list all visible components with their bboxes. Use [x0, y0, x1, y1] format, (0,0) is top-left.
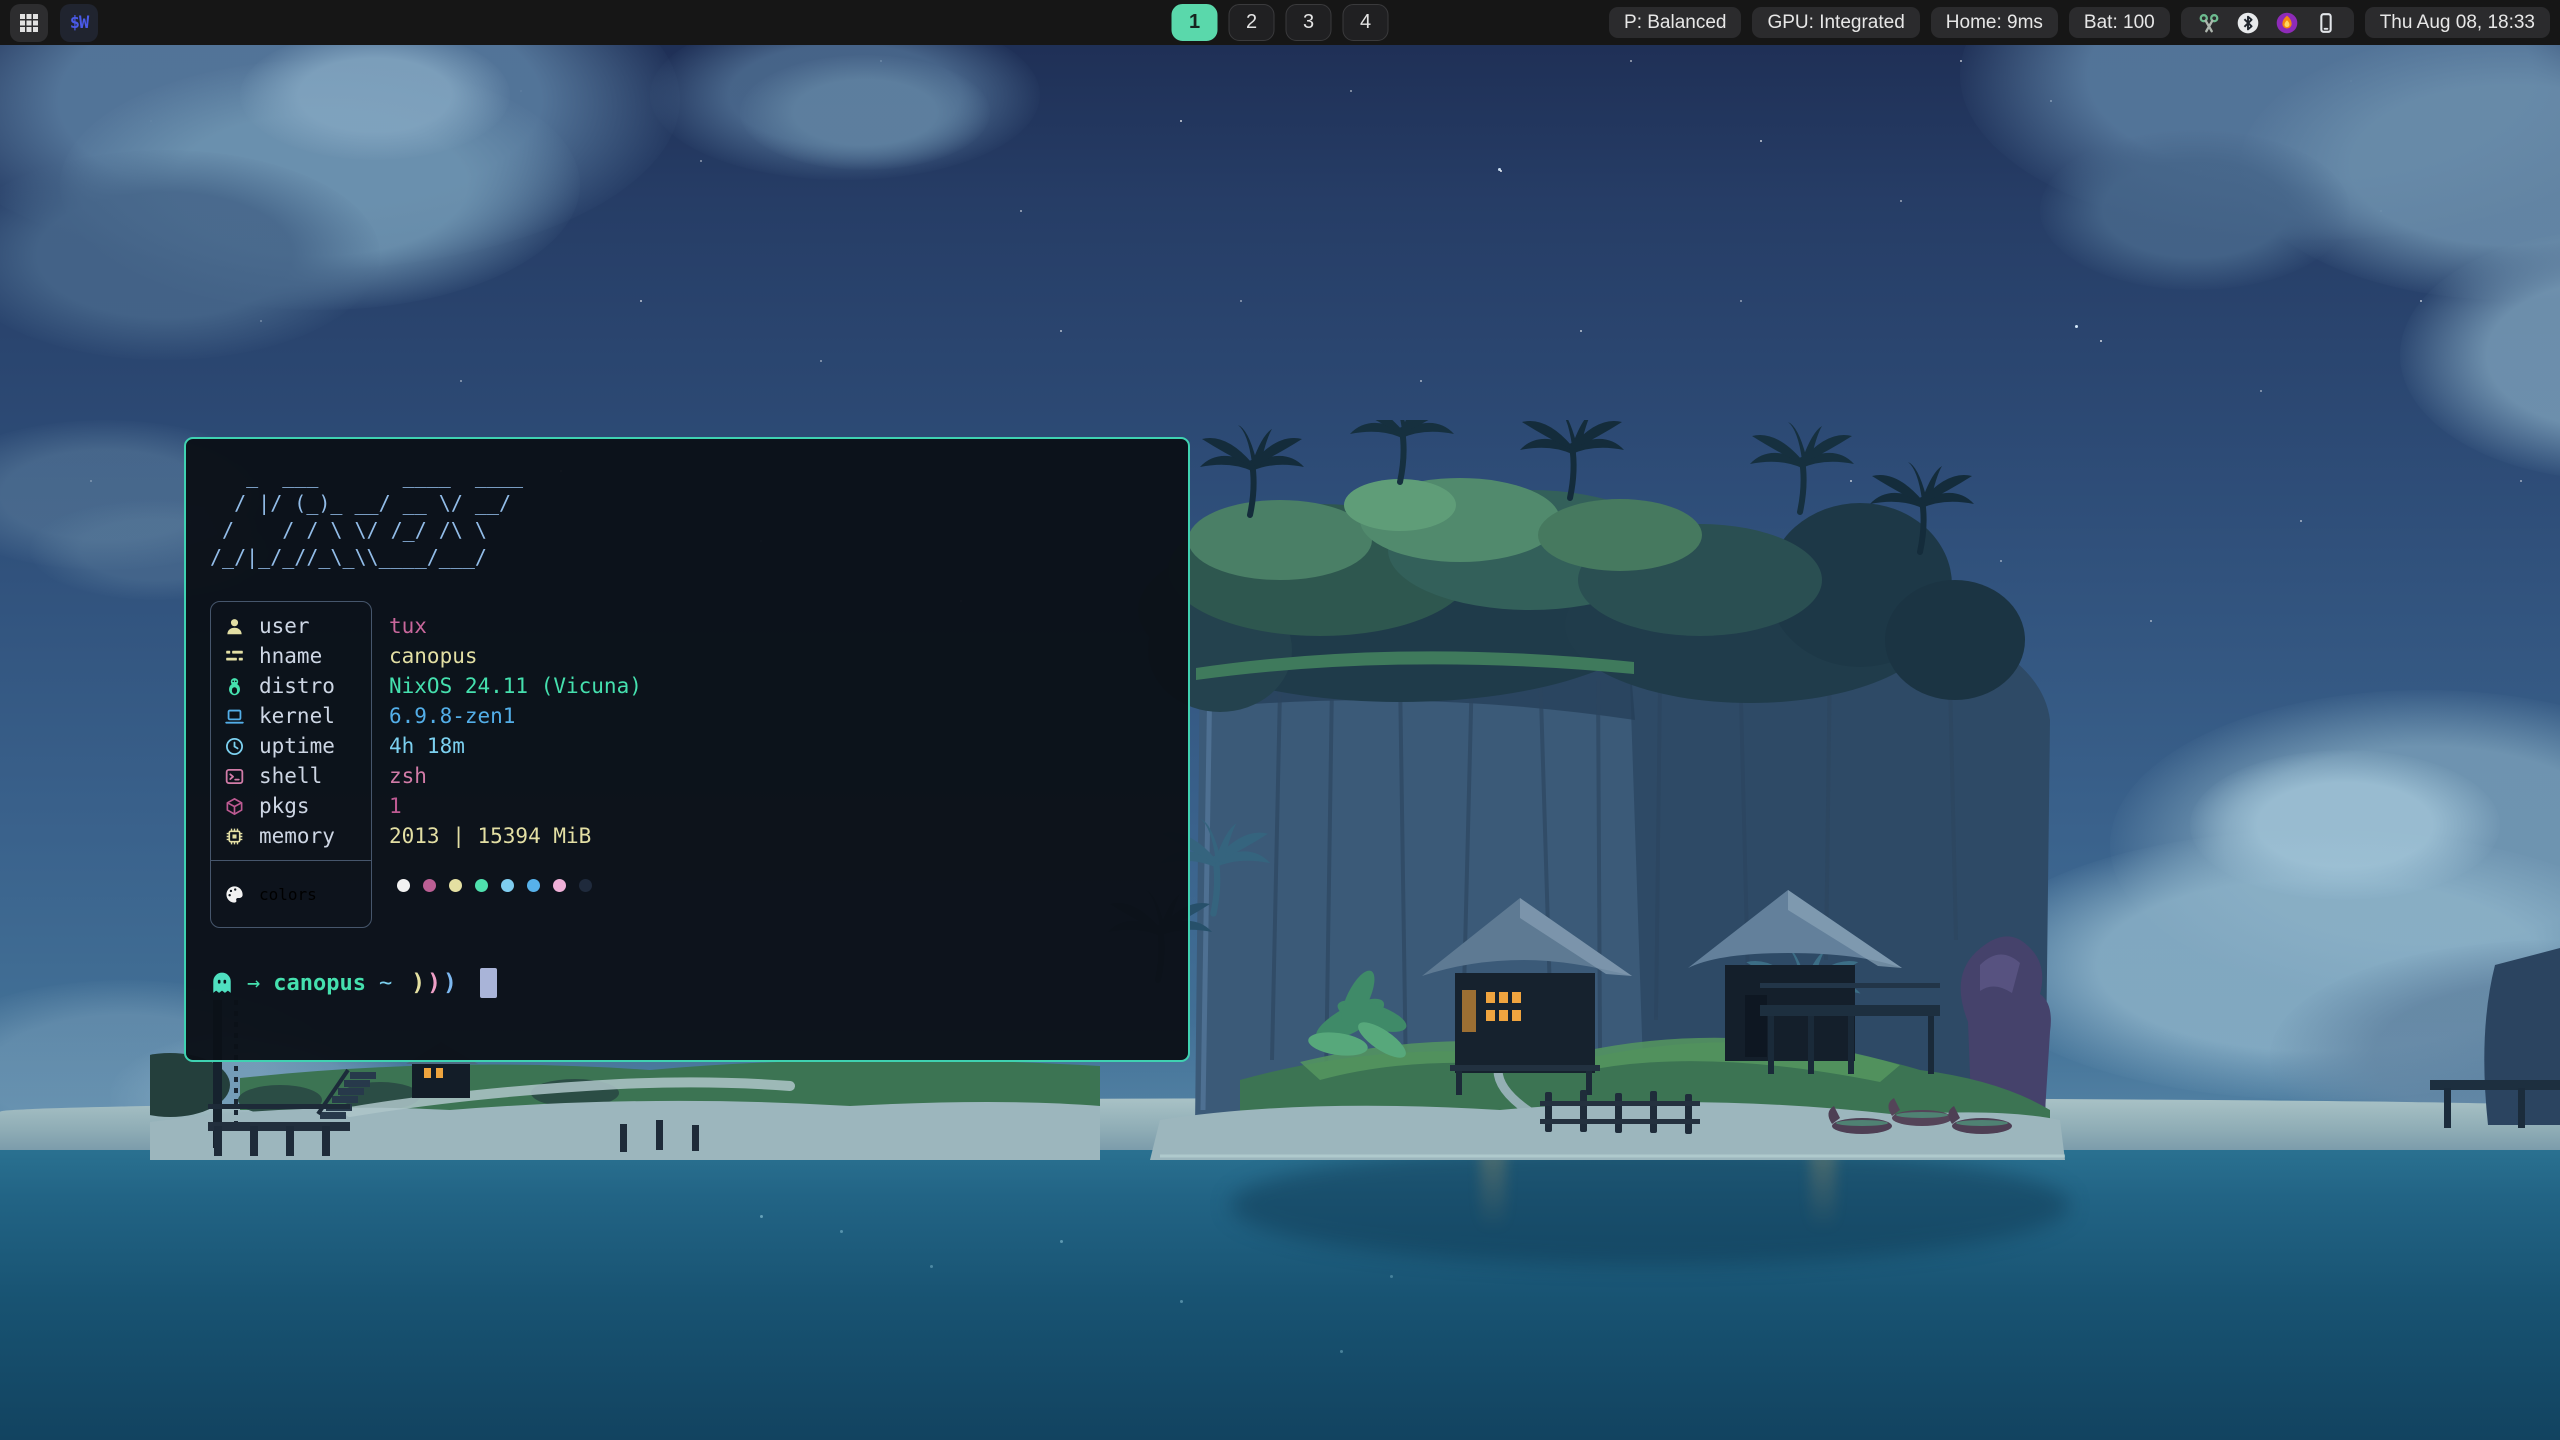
color-swatches	[389, 852, 642, 918]
phone-icon[interactable]	[2315, 12, 2337, 34]
cloud	[240, 30, 510, 160]
terminal-window: _ ___ ____ ____ / |/ (_)_ __/ __ \/ __/ …	[184, 437, 1190, 1062]
prompt-chevrons: ) ) )	[411, 970, 457, 996]
palette-icon	[224, 884, 244, 904]
info-row-uptime: uptime	[211, 731, 371, 761]
info-row-user: user	[211, 611, 371, 641]
ghost-icon	[210, 971, 234, 995]
cloud	[2040, 130, 2350, 290]
info-label: pkgs	[259, 794, 310, 818]
logo-text: $W	[70, 13, 88, 33]
info-value-memory: 2013 | 15394 MiB	[389, 821, 642, 851]
workspace-label: 1	[1189, 11, 1200, 34]
package-icon	[224, 796, 244, 816]
desktop: $W 1 2 3 4 P: Balanced GPU: Integrated H…	[0, 0, 2560, 1440]
prompt-host: canopus	[273, 971, 366, 996]
workspace-label: 4	[1360, 11, 1371, 34]
app-launcher-button[interactable]	[10, 4, 48, 42]
prompt-arrow: →	[247, 971, 260, 996]
power-profile-widget[interactable]: P: Balanced	[1609, 7, 1741, 38]
workspace-label: 3	[1303, 11, 1314, 34]
info-label: user	[259, 614, 310, 638]
workspace-2[interactable]: 2	[1229, 4, 1275, 41]
list-icon	[224, 646, 244, 666]
info-value-uptime: 4h 18m	[389, 731, 642, 761]
fetch-info: user hname distro	[210, 601, 1164, 928]
info-row-shell: shell	[211, 761, 371, 791]
battery-widget[interactable]: Bat: 100	[2069, 7, 2170, 38]
terminal-icon	[224, 766, 244, 786]
chevron: )	[411, 970, 425, 996]
light-reflection	[1480, 1150, 1506, 1230]
workspace-4[interactable]: 4	[1343, 4, 1389, 41]
info-row-kernel: kernel	[211, 701, 371, 731]
light-reflection	[1810, 1150, 1836, 1230]
scissors-icon[interactable]	[2198, 12, 2220, 34]
app-grid-icon	[19, 13, 39, 33]
workspace-1[interactable]: 1	[1172, 4, 1218, 41]
info-value-pkgs: 1	[389, 791, 642, 821]
info-row-memory: memory	[211, 821, 371, 851]
swatch	[579, 879, 592, 892]
swatch	[397, 879, 410, 892]
island-illustration	[1100, 420, 2560, 1160]
prompt-path: ~	[379, 971, 392, 996]
info-label: shell	[259, 764, 322, 788]
swatch	[527, 879, 540, 892]
fetch-values: tux canopus NixOS 24.11 (Vicuna) 6.9.8-z…	[389, 601, 642, 928]
system-tray	[2181, 7, 2354, 38]
info-label: distro	[259, 674, 335, 698]
workspace-label: 2	[1246, 11, 1257, 34]
flameshot-icon[interactable]	[2276, 12, 2298, 34]
info-value-distro: NixOS 24.11 (Vicuna)	[389, 671, 642, 701]
text-cursor[interactable]	[480, 968, 497, 998]
latency-widget[interactable]: Home: 9ms	[1931, 7, 2058, 38]
workspace-switcher: 1 2 3 4	[1172, 0, 1389, 45]
distro-logo-button[interactable]: $W	[60, 4, 98, 42]
info-value-shell: zsh	[389, 761, 642, 791]
swatch	[501, 879, 514, 892]
chevron: )	[427, 970, 441, 996]
bar-left-group: $W	[10, 4, 98, 42]
info-row-pkgs: pkgs	[211, 791, 371, 821]
user-icon	[224, 616, 244, 636]
shell-prompt[interactable]: → canopus ~ ) ) )	[210, 968, 1164, 998]
ocean	[0, 1128, 2560, 1440]
info-label: memory	[259, 824, 335, 848]
fetch-label-box: user hname distro	[210, 601, 372, 928]
workspace-3[interactable]: 3	[1286, 4, 1332, 41]
laptop-icon	[224, 706, 244, 726]
swatch	[449, 879, 462, 892]
ascii-logo: _ ___ ____ ____ / |/ (_)_ __/ __ \/ __/ …	[210, 463, 1164, 571]
clock-widget[interactable]: Thu Aug 08, 18:33	[2365, 7, 2550, 38]
info-row-colors: colors	[211, 860, 371, 927]
island-reflection	[1230, 1145, 2070, 1265]
cloud	[740, 55, 990, 170]
bar-right-group: P: Balanced GPU: Integrated Home: 9ms Ba…	[1609, 7, 2550, 38]
info-row-hname: hname	[211, 641, 371, 671]
swatch	[475, 879, 488, 892]
penguin-icon	[224, 676, 244, 696]
clock-icon	[224, 736, 244, 756]
info-value-kernel: 6.9.8-zen1	[389, 701, 642, 731]
info-label: kernel	[259, 704, 335, 728]
top-bar: $W 1 2 3 4 P: Balanced GPU: Integrated H…	[0, 0, 2560, 45]
gpu-widget[interactable]: GPU: Integrated	[1752, 7, 1919, 38]
info-value-user: tux	[389, 611, 642, 641]
bluetooth-icon[interactable]	[2237, 12, 2259, 34]
info-label: hname	[259, 644, 322, 668]
swatch	[423, 879, 436, 892]
chip-icon	[224, 826, 244, 846]
info-value-hname: canopus	[389, 641, 642, 671]
chevron: )	[443, 970, 457, 996]
info-row-distro: distro	[211, 671, 371, 701]
info-label: colors	[259, 885, 317, 904]
info-label: uptime	[259, 734, 335, 758]
swatch	[553, 879, 566, 892]
